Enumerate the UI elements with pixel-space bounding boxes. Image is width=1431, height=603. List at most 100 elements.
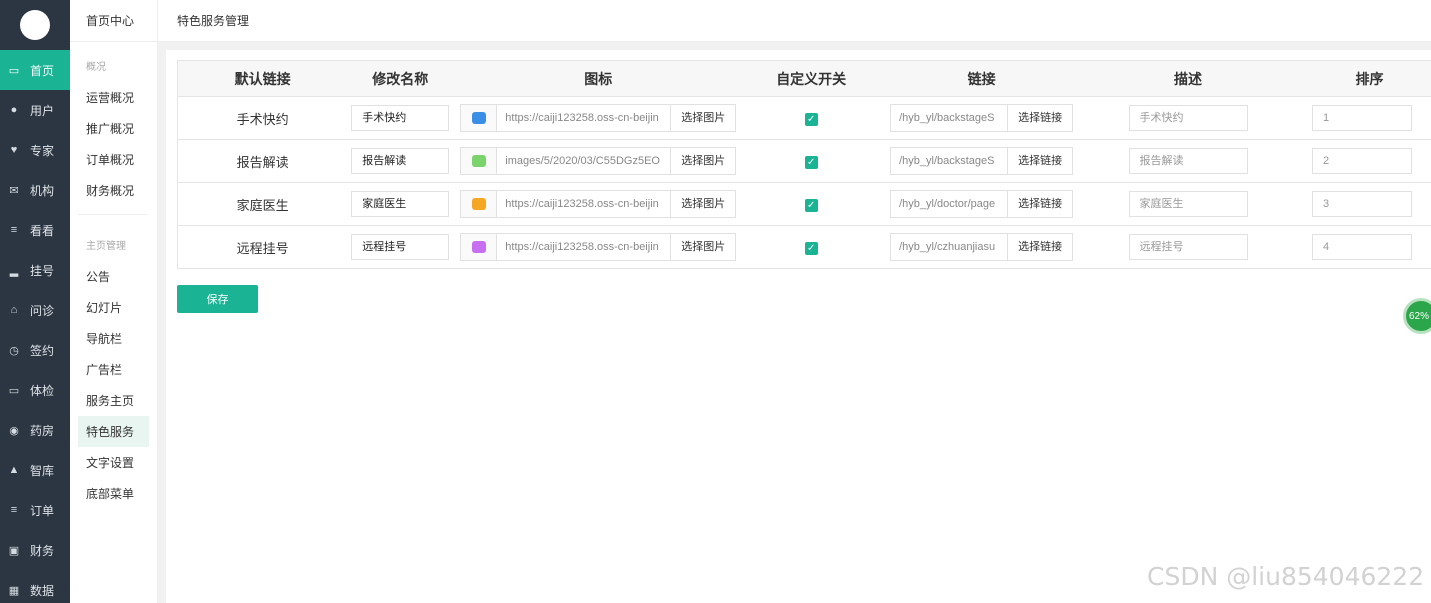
name-input[interactable]: 家庭医生 xyxy=(351,191,450,217)
column-header: 默认链接 xyxy=(177,60,348,97)
nav-item[interactable]: ▲ 智库 xyxy=(0,450,70,490)
group-label-home-management: 主页管理 xyxy=(86,241,126,252)
nav-item[interactable]: ⌂ 问诊 xyxy=(0,290,70,330)
column-header: 修改名称 xyxy=(347,60,454,97)
link-input[interactable]: /hyb_yl/czhuanjiasu xyxy=(890,233,1009,261)
service-icon xyxy=(460,233,497,261)
nav-item[interactable]: ▣ 财务 xyxy=(0,530,70,570)
name-input[interactable]: 报告解读 xyxy=(351,148,450,174)
main-sidebar: ▭ 首页 ● 用户 ♥ 专家 ✉ 机构 ≡ 看看 ▂ 挂号 ⌂ 问诊 ◷ 签约 ▭ 体检 ◉ 药房 ▲ 智库 ≡ 订单 ▣ 财务 ▦… xyxy=(0,0,70,603)
lock-icon: ▲ xyxy=(8,464,20,476)
nav-item[interactable]: ≡ 订单 xyxy=(0,490,70,530)
select-link-button[interactable]: 选择链接 xyxy=(1008,147,1074,175)
enable-checkbox[interactable]: ✓ xyxy=(804,155,818,169)
nav-item[interactable]: ● 用户 xyxy=(0,90,70,130)
nav-item[interactable]: ✉ 机构 xyxy=(0,170,70,210)
link-input[interactable]: /hyb_yl/backstageS xyxy=(890,104,1009,132)
sub-nav-link[interactable]: 服务主页 xyxy=(70,385,157,416)
mail-icon: ✉ xyxy=(9,184,19,197)
table-row: 报告解读 报告解读 images/5/2020/03/C55DGz5EO 选择图片 ✓ /… xyxy=(177,139,1431,183)
service-icon xyxy=(460,190,497,218)
nav-item[interactable]: ≡ 看看 xyxy=(0,210,70,250)
column-header: 描述 xyxy=(1084,60,1292,97)
nav-item[interactable]: ▂ 挂号 xyxy=(0,250,70,290)
inbox-icon: ▭ xyxy=(8,384,20,397)
column-header: 自定义开关 xyxy=(743,60,880,97)
user-icon: ● xyxy=(10,104,18,116)
sub-nav-link[interactable]: 广告栏 xyxy=(70,354,157,385)
sub-nav-link[interactable]: 文字设置 xyxy=(70,447,157,478)
progress-badge[interactable]: 62% xyxy=(1403,298,1431,334)
icon-picker: https://caiji123258.oss-cn-beijin 选择图片 xyxy=(460,190,737,218)
nav-item-label: 订单 xyxy=(30,503,55,518)
enable-checkbox[interactable]: ✓ xyxy=(804,112,818,126)
play-circle-icon: ◉ xyxy=(9,424,19,437)
sub-nav-link[interactable]: 导航栏 xyxy=(70,323,157,354)
service-icon xyxy=(460,104,497,132)
sub-nav-link[interactable]: 公告 xyxy=(70,261,157,292)
icon-picker: https://caiji123258.oss-cn-beijin 选择图片 xyxy=(460,233,737,261)
icon-url-input[interactable]: https://caiji123258.oss-cn-beijin xyxy=(496,233,672,261)
select-link-button[interactable]: 选择链接 xyxy=(1008,104,1074,132)
nav-item[interactable]: ♥ 专家 xyxy=(0,130,70,170)
watermark: CSDN @liu854046222 xyxy=(1147,562,1425,591)
link-picker: /hyb_yl/backstageS 选择链接 xyxy=(890,104,1074,132)
sort-input[interactable]: 1 xyxy=(1311,105,1412,131)
nav-item-label: 智库 xyxy=(30,463,55,478)
description-input[interactable]: 家庭医生 xyxy=(1128,191,1248,217)
icon-url-input[interactable]: images/5/2020/03/C55DGz5EO xyxy=(496,147,672,175)
nav-item-label: 财务 xyxy=(30,543,55,558)
sub-nav-link[interactable]: 订单概况 xyxy=(70,144,157,175)
sort-input[interactable]: 2 xyxy=(1311,148,1412,174)
sub-nav-link[interactable]: 推广概况 xyxy=(70,113,157,144)
nav-item[interactable]: ◷ 签约 xyxy=(0,330,70,370)
sort-input[interactable]: 4 xyxy=(1311,234,1412,260)
select-image-button[interactable]: 选择图片 xyxy=(671,104,737,132)
nav-item[interactable]: ▦ 数据 xyxy=(0,570,70,603)
nav-item-label: 用户 xyxy=(30,103,55,118)
default-link-cell: 报告解读 xyxy=(177,139,348,183)
select-link-button[interactable]: 选择链接 xyxy=(1008,233,1074,261)
enable-checkbox[interactable]: ✓ xyxy=(804,241,818,255)
sub-nav-link[interactable]: 财务概况 xyxy=(70,175,157,206)
select-image-button[interactable]: 选择图片 xyxy=(671,233,737,261)
nav-item[interactable]: ◉ 药房 xyxy=(0,410,70,450)
service-icon xyxy=(460,147,497,175)
description-input[interactable]: 远程挂号 xyxy=(1128,234,1248,260)
divider xyxy=(78,214,147,215)
card-icon: ▣ xyxy=(8,544,20,557)
default-link-cell: 家庭医生 xyxy=(177,182,348,226)
name-input[interactable]: 手术快约 xyxy=(351,105,450,131)
default-link-cell: 远程挂号 xyxy=(177,225,348,269)
nav-item[interactable]: ▭ 首页 xyxy=(0,50,70,90)
feature-services-table: 默认链接 修改名称 图标 自定义开关 链接 描述 排序 手术快约 手术快约 https://ca… xyxy=(177,60,1431,269)
list-icon: ≡ xyxy=(10,504,18,516)
sort-input[interactable]: 3 xyxy=(1311,191,1412,217)
sub-nav-link[interactable]: 幻灯片 xyxy=(70,292,157,323)
description-input[interactable]: 手术快约 xyxy=(1128,105,1248,131)
enable-checkbox[interactable]: ✓ xyxy=(804,198,818,212)
icon-url-input[interactable]: https://caiji123258.oss-cn-beijin xyxy=(496,190,672,218)
nav-item-label: 挂号 xyxy=(30,263,55,278)
nav-item[interactable]: ▭ 体检 xyxy=(0,370,70,410)
description-input[interactable]: 报告解读 xyxy=(1128,148,1248,174)
sub-nav-link[interactable]: 运营概况 xyxy=(70,82,157,113)
select-link-button[interactable]: 选择链接 xyxy=(1008,190,1074,218)
link-picker: /hyb_yl/backstageS 选择链接 xyxy=(890,147,1074,175)
sub-sidebar-title[interactable]: 首页中心 xyxy=(70,0,157,42)
select-image-button[interactable]: 选择图片 xyxy=(671,190,737,218)
link-input[interactable]: /hyb_yl/backstageS xyxy=(890,147,1009,175)
avatar[interactable] xyxy=(0,0,70,50)
sub-nav-link[interactable]: 特色服务 xyxy=(78,416,149,447)
nav-item-label: 首页 xyxy=(30,63,55,78)
link-picker: /hyb_yl/czhuanjiasu 选择链接 xyxy=(890,233,1074,261)
icon-picker: images/5/2020/03/C55DGz5EO 选择图片 xyxy=(460,147,737,175)
link-input[interactable]: /hyb_yl/doctor/page xyxy=(890,190,1009,218)
select-image-button[interactable]: 选择图片 xyxy=(671,147,737,175)
name-input[interactable]: 远程挂号 xyxy=(351,234,450,260)
save-button[interactable]: 保存 xyxy=(177,285,258,313)
clock-icon: ◷ xyxy=(9,344,19,357)
main-content: 默认链接 修改名称 图标 自定义开关 链接 描述 排序 手术快约 手术快约 https://ca… xyxy=(166,50,1431,603)
sub-nav-link[interactable]: 底部菜单 xyxy=(70,478,157,509)
icon-url-input[interactable]: https://caiji123258.oss-cn-beijin xyxy=(496,104,672,132)
